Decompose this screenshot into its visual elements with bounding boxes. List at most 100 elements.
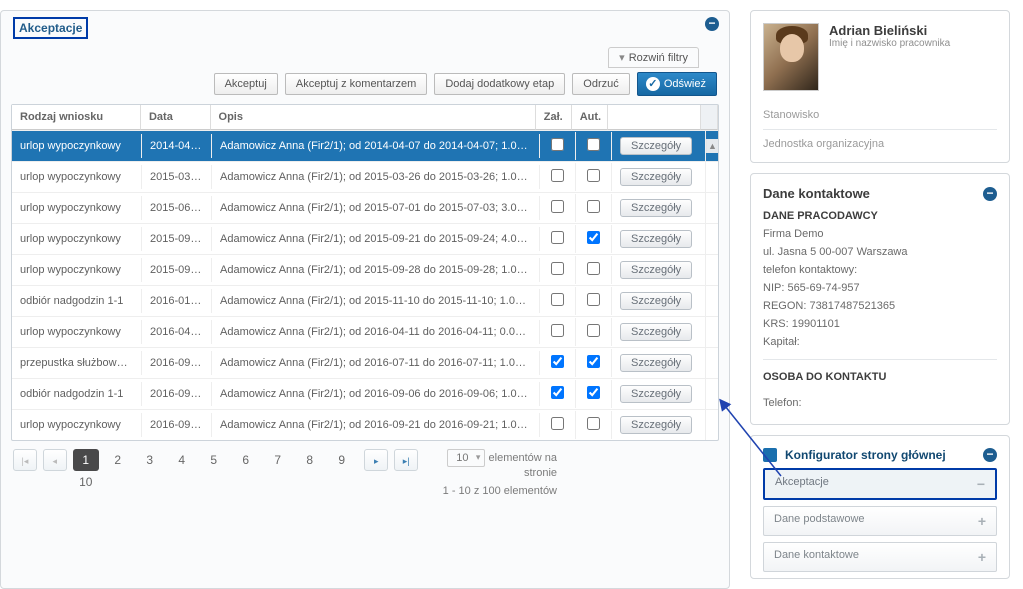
- acceptances-panel: Akceptacje − Rozwiń filtry Akceptuj Akce…: [0, 10, 730, 589]
- cell-date: 2016-04-11: [142, 320, 212, 344]
- cell-desc: Adamowicz Anna (Fir2/1); od 2014-04-07 d…: [212, 134, 540, 158]
- details-button[interactable]: Szczegóły: [620, 261, 692, 279]
- table-row[interactable]: urlop wypoczynkowy2015-06-29Adamowicz An…: [12, 192, 718, 223]
- configurator-item[interactable]: Dane podstawowe+: [763, 506, 997, 536]
- attachment-checkbox[interactable]: [551, 417, 564, 430]
- page-10[interactable]: 10: [73, 471, 99, 493]
- cell-author: [576, 256, 612, 284]
- accept-comment-button[interactable]: Akceptuj z komentarzem: [285, 73, 427, 95]
- cell-author: [576, 349, 612, 377]
- details-button[interactable]: Szczegóły: [620, 230, 692, 248]
- author-checkbox[interactable]: [587, 293, 600, 306]
- details-button[interactable]: Szczegóły: [620, 385, 692, 403]
- attachment-checkbox[interactable]: [551, 231, 564, 244]
- details-button[interactable]: Szczegóły: [620, 323, 692, 341]
- expand-filters-button[interactable]: Rozwiń filtry: [608, 47, 699, 68]
- cell-attachment: [540, 256, 576, 284]
- author-checkbox[interactable]: [587, 262, 600, 275]
- collapse-icon[interactable]: −: [983, 187, 997, 201]
- page-6[interactable]: 6: [233, 449, 259, 471]
- avatar: [763, 23, 819, 91]
- krs: KRS: 19901101: [763, 315, 997, 333]
- author-checkbox[interactable]: [587, 324, 600, 337]
- page-2[interactable]: 2: [105, 449, 131, 471]
- attachment-checkbox[interactable]: [551, 355, 564, 368]
- cell-type: przepustka służbowa - p…: [12, 351, 142, 375]
- prev-page-button[interactable]: ◂: [43, 449, 67, 471]
- reject-button[interactable]: Odrzuć: [572, 73, 629, 95]
- table-row[interactable]: urlop wypoczynkowy2016-09-21Adamowicz An…: [12, 409, 718, 440]
- chevron-down-icon: [619, 52, 629, 64]
- contact-person-header: OSOBA DO KONTAKTU: [763, 371, 886, 383]
- cell-attachment: [540, 163, 576, 191]
- details-button[interactable]: Szczegóły: [620, 137, 692, 155]
- page-3[interactable]: 3: [137, 449, 163, 471]
- cell-author: [576, 163, 612, 191]
- author-checkbox[interactable]: [587, 169, 600, 182]
- page-4[interactable]: 4: [169, 449, 195, 471]
- collapse-icon[interactable]: −: [705, 17, 719, 31]
- next-page-button[interactable]: ▸: [364, 449, 388, 471]
- last-page-button[interactable]: ▸|: [394, 449, 418, 471]
- col-author[interactable]: Aut.: [572, 105, 608, 130]
- configurator-item[interactable]: Akceptacje−: [763, 468, 997, 500]
- details-button[interactable]: Szczegóły: [620, 354, 692, 372]
- attachment-checkbox[interactable]: [551, 262, 564, 275]
- page-8[interactable]: 8: [297, 449, 323, 471]
- table-row[interactable]: urlop wypoczynkowy2016-04-11Adamowicz An…: [12, 316, 718, 347]
- table-row[interactable]: przepustka służbowa - p…2016-09-05Adamow…: [12, 347, 718, 378]
- details-button[interactable]: Szczegóły: [620, 416, 692, 434]
- cell-details: Szczegóły: [612, 286, 706, 316]
- author-checkbox[interactable]: [587, 200, 600, 213]
- page-size-select[interactable]: 10: [447, 449, 485, 467]
- author-checkbox[interactable]: [587, 417, 600, 430]
- page-5[interactable]: 5: [201, 449, 227, 471]
- cell-type: urlop wypoczynkowy: [12, 320, 142, 344]
- details-button[interactable]: Szczegóły: [620, 199, 692, 217]
- cell-type: urlop wypoczynkowy: [12, 134, 142, 158]
- pager: |◂ ◂ 123456789 10 ▸ ▸| 10 elementów na st…: [1, 441, 729, 511]
- page-size-label: elementów na stronie: [489, 452, 558, 479]
- author-checkbox[interactable]: [587, 386, 600, 399]
- table-row[interactable]: urlop wypoczynkowy2015-09-21Adamowicz An…: [12, 254, 718, 285]
- table-row[interactable]: odbiór nadgodzin 1-12016-01-08Adamowicz …: [12, 285, 718, 316]
- attachment-checkbox[interactable]: [551, 138, 564, 151]
- scroll-up-icon[interactable]: ▲: [707, 139, 718, 153]
- cell-date: 2015-09-21: [142, 227, 212, 251]
- attachment-checkbox[interactable]: [551, 293, 564, 306]
- page-1[interactable]: 1: [73, 449, 99, 471]
- author-checkbox[interactable]: [587, 231, 600, 244]
- attachment-checkbox[interactable]: [551, 386, 564, 399]
- author-checkbox[interactable]: [587, 355, 600, 368]
- col-date[interactable]: Data: [141, 105, 211, 130]
- author-checkbox[interactable]: [587, 138, 600, 151]
- page-9[interactable]: 9: [329, 449, 355, 471]
- requests-grid: Rodzaj wniosku Data Opis Zał. Aut. urlop…: [11, 104, 719, 441]
- configurator-item[interactable]: Dane kontaktowe+: [763, 542, 997, 572]
- attachment-checkbox[interactable]: [551, 324, 564, 337]
- add-stage-button[interactable]: Dodaj dodatkowy etap: [434, 73, 565, 95]
- employee-name: Adrian Bieliński: [829, 23, 950, 38]
- details-button[interactable]: Szczegóły: [620, 292, 692, 310]
- first-page-button[interactable]: |◂: [13, 449, 37, 471]
- attachment-checkbox[interactable]: [551, 169, 564, 182]
- table-row[interactable]: odbiór nadgodzin 1-12016-09-05Adamowicz …: [12, 378, 718, 409]
- accept-button[interactable]: Akceptuj: [214, 73, 278, 95]
- collapse-icon[interactable]: −: [983, 448, 997, 462]
- cell-details: Szczegóły: [612, 348, 706, 378]
- col-desc[interactable]: Opis: [211, 105, 536, 130]
- cell-details: Szczegóły: [612, 162, 706, 192]
- table-row[interactable]: urlop wypoczynkowy2014-04-07Adamowicz An…: [12, 130, 718, 161]
- attachment-checkbox[interactable]: [551, 200, 564, 213]
- page-7[interactable]: 7: [265, 449, 291, 471]
- cell-attachment: [540, 132, 576, 160]
- col-type[interactable]: Rodzaj wniosku: [12, 105, 141, 130]
- cell-date: 2014-04-07: [142, 134, 212, 158]
- cell-type: odbiór nadgodzin 1-1: [12, 382, 142, 406]
- col-attachment[interactable]: Zał.: [536, 105, 572, 130]
- table-row[interactable]: urlop wypoczynkowy2015-03-26Adamowicz An…: [12, 161, 718, 192]
- table-row[interactable]: urlop wypoczynkowy2015-09-21Adamowicz An…: [12, 223, 718, 254]
- cell-author: [576, 132, 612, 160]
- refresh-button[interactable]: ✓Odśwież: [637, 72, 717, 96]
- details-button[interactable]: Szczegóły: [620, 168, 692, 186]
